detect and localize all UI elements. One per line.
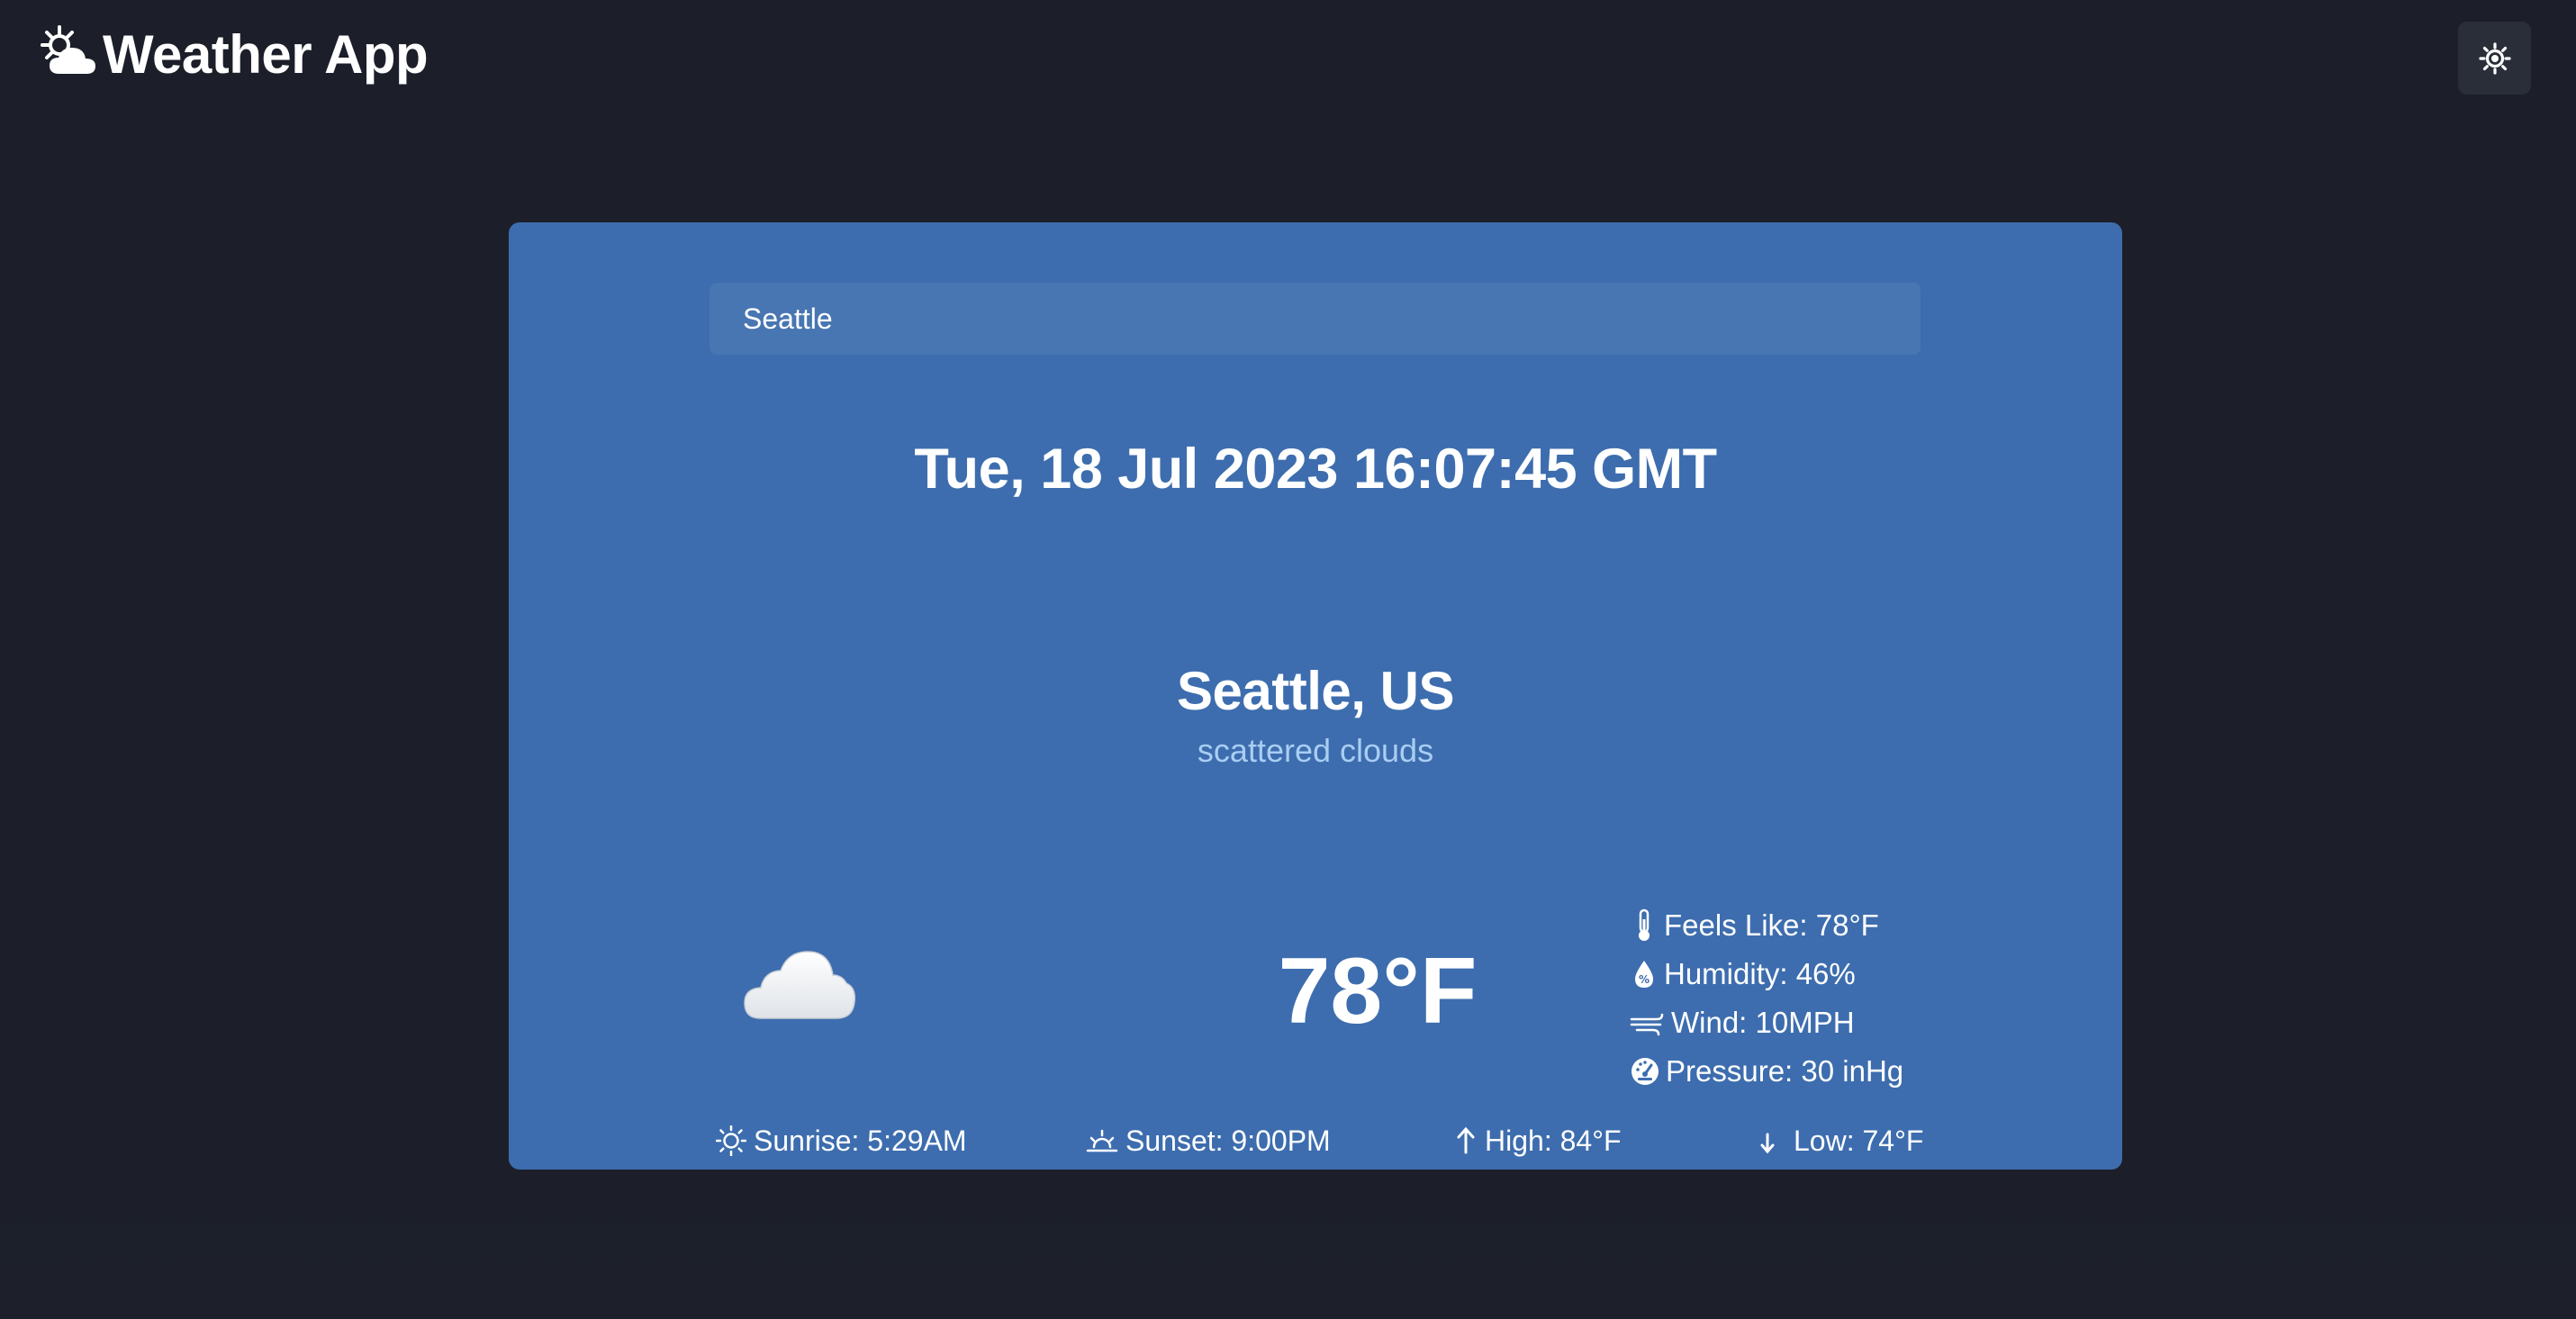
pressure-row: Pressure: 30 inHg	[1630, 1047, 1903, 1096]
sunrise-text: Sunrise: 5:29AM	[754, 1124, 967, 1157]
sun-behind-cloud-icon	[41, 25, 95, 74]
sunset-text: Sunset: 9:00PM	[1125, 1124, 1331, 1157]
high-temp-item: High: 84°F	[1454, 1123, 1622, 1159]
wind-icon	[1630, 1013, 1664, 1036]
humidity-row: % Humidity: 46%	[1630, 950, 1903, 998]
city-search-input[interactable]	[710, 283, 1921, 355]
wind-row: Wind: 10MPH	[1630, 998, 1903, 1047]
arrow-down-icon	[1760, 1133, 1775, 1154]
theme-toggle-button[interactable]	[2458, 22, 2531, 95]
feels-like-text: Feels Like: 78°F	[1664, 908, 1879, 942]
sunrise-icon	[716, 1125, 746, 1156]
gauge-icon	[1631, 1058, 1659, 1085]
thermometer-icon	[1639, 908, 1650, 941]
location-title: Seattle, US	[1177, 661, 1454, 721]
arrow-up-icon	[1457, 1126, 1475, 1154]
sunrise-item: Sunrise: 5:29AM	[716, 1123, 967, 1159]
current-datetime: Tue, 18 Jul 2023 16:07:45 GMT	[914, 438, 1717, 501]
cloud-icon	[744, 951, 856, 1019]
high-temp-text: High: 84°F	[1485, 1124, 1622, 1157]
current-temperature: 78°F	[1278, 939, 1478, 1043]
pressure-text: Pressure: 30 inHg	[1666, 1054, 1904, 1088]
weather-details: Feels Like: 78°F % Humidity: 46% Wind: 1…	[1630, 901, 1903, 1096]
sun-icon	[2478, 41, 2511, 75]
low-temp-text: Low: 74°F	[1794, 1124, 1924, 1157]
weather-condition: scattered clouds	[1197, 732, 1434, 769]
sunset-item: Sunset: 9:00PM	[1086, 1123, 1331, 1159]
humidity-drop-icon: %	[1635, 961, 1653, 988]
sunset-icon	[1086, 1129, 1118, 1152]
wind-text: Wind: 10MPH	[1671, 1006, 1855, 1039]
humidity-text: Humidity: 46%	[1664, 957, 1856, 990]
svg-text:%: %	[1639, 973, 1650, 986]
low-temp-item: Low: 74°F	[1756, 1123, 1923, 1159]
feels-like-row: Feels Like: 78°F	[1630, 901, 1903, 950]
app-title: Weather App	[103, 23, 429, 85]
app-header: Weather App	[40, 18, 429, 90]
weather-card: Tue, 18 Jul 2023 16:07:45 GMT Seattle, U…	[509, 222, 2122, 1170]
